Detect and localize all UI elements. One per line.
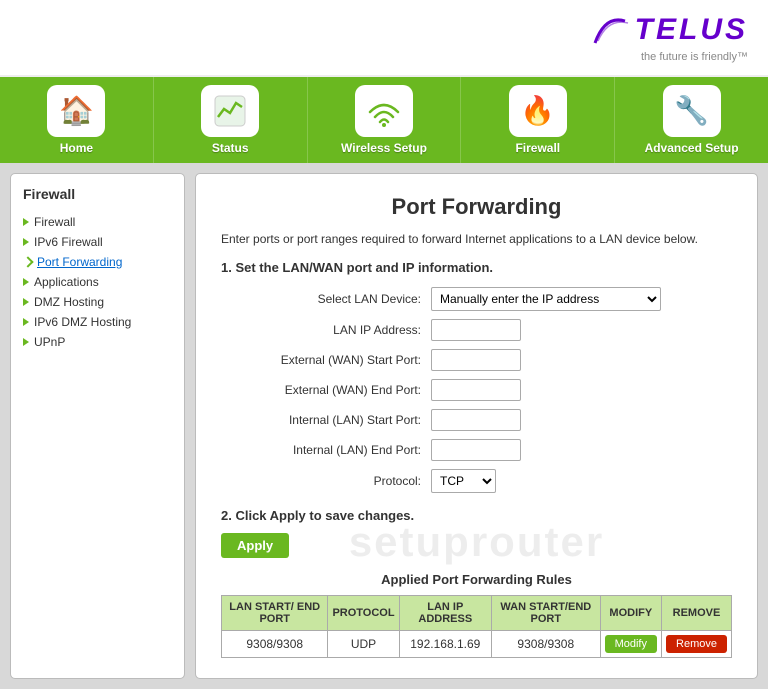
sidebar-menu: Firewall IPv6 Firewall Port Forwarding A… xyxy=(23,212,172,352)
lan-end-input[interactable] xyxy=(431,439,521,461)
firewall-icon-box: 🔥 xyxy=(509,85,567,137)
wan-start-row: External (WAN) Start Port: xyxy=(221,349,732,371)
arrow-icon xyxy=(23,238,29,246)
main-container: Firewall Firewall IPv6 Firewall Port For… xyxy=(0,163,768,689)
firewall-link[interactable]: Firewall xyxy=(34,215,75,229)
nav-item-wireless-setup[interactable]: Wireless Setup xyxy=(308,77,462,163)
brand-tagline: the future is friendly™ xyxy=(641,51,748,63)
lan-ip-label: LAN IP Address: xyxy=(221,323,431,337)
sidebar-item-firewall[interactable]: Firewall xyxy=(23,212,172,232)
home-icon-box: 🏠 xyxy=(47,85,105,137)
sidebar-item-dmz-hosting[interactable]: DMZ Hosting xyxy=(23,292,172,312)
navbar: 🏠 Home Status Wireless Setup 🔥 Firewall … xyxy=(0,77,768,163)
select-lan-device[interactable]: Manually enter the IP address xyxy=(431,287,661,311)
status-icon-box xyxy=(201,85,259,137)
row-protocol: UDP xyxy=(328,630,399,657)
sidebar-item-port-forwarding[interactable]: Port Forwarding xyxy=(23,252,172,272)
arrow-icon xyxy=(23,298,29,306)
upnp-link[interactable]: UPnP xyxy=(34,335,65,349)
select-lan-label: Select LAN Device: xyxy=(221,292,431,306)
logo: TELUS the future is friendly™ xyxy=(590,12,748,63)
protocol-select[interactable]: TCP UDP Both xyxy=(431,469,496,493)
table-title: Applied Port Forwarding Rules xyxy=(221,572,732,587)
remove-button[interactable]: Remove xyxy=(666,635,727,653)
nav-advanced-label: Advanced Setup xyxy=(645,141,739,155)
nav-status-label: Status xyxy=(212,141,249,155)
sidebar: Firewall Firewall IPv6 Firewall Port For… xyxy=(10,173,185,679)
ipv6-firewall-link[interactable]: IPv6 Firewall xyxy=(34,235,103,249)
lan-start-row: Internal (LAN) Start Port: xyxy=(221,409,732,431)
protocol-label: Protocol: xyxy=(221,474,431,488)
row-lan-ip: 192.168.1.69 xyxy=(399,630,491,657)
section1-title: 1. Set the LAN/WAN port and IP informati… xyxy=(221,260,732,275)
modify-button[interactable]: Modify xyxy=(605,635,657,653)
lan-start-label: Internal (LAN) Start Port: xyxy=(221,413,431,427)
lan-ip-row: LAN IP Address: xyxy=(221,319,732,341)
table-row: 9308/9308 UDP 192.168.1.69 9308/9308 Mod… xyxy=(222,630,732,657)
arrow-icon xyxy=(23,338,29,346)
sidebar-item-applications[interactable]: Applications xyxy=(23,272,172,292)
port-forwarding-link[interactable]: Port Forwarding xyxy=(37,255,122,269)
sidebar-item-upnp[interactable]: UPnP xyxy=(23,332,172,352)
arrow-icon xyxy=(23,218,29,226)
lan-end-row: Internal (LAN) End Port: xyxy=(221,439,732,461)
row-wan-port: 9308/9308 xyxy=(492,630,601,657)
apply-button[interactable]: Apply xyxy=(221,533,289,558)
select-lan-row: Select LAN Device: Manually enter the IP… xyxy=(221,287,732,311)
section2-title: 2. Click Apply to save changes. xyxy=(221,508,732,523)
table-section: Applied Port Forwarding Rules LAN START/… xyxy=(221,572,732,658)
col-lan-ip: LAN IP ADDRESS xyxy=(399,595,491,630)
row-remove-cell: Remove xyxy=(662,630,732,657)
sidebar-item-ipv6-firewall[interactable]: IPv6 Firewall xyxy=(23,232,172,252)
lan-end-label: Internal (LAN) End Port: xyxy=(221,443,431,457)
nav-item-advanced-setup[interactable]: 🔧 Advanced Setup xyxy=(615,77,768,163)
dmz-hosting-link[interactable]: DMZ Hosting xyxy=(34,295,104,309)
nav-item-status[interactable]: Status xyxy=(154,77,308,163)
nav-wireless-label: Wireless Setup xyxy=(341,141,427,155)
wan-end-label: External (WAN) End Port: xyxy=(221,383,431,397)
applications-link[interactable]: Applications xyxy=(34,275,99,289)
watermark: setuprouter xyxy=(349,518,604,566)
col-lan-port: LAN START/ END PORT xyxy=(222,595,328,630)
form: Select LAN Device: Manually enter the IP… xyxy=(221,287,732,493)
col-modify: MODIFY xyxy=(600,595,661,630)
nav-item-firewall[interactable]: 🔥 Firewall xyxy=(461,77,615,163)
lan-start-input[interactable] xyxy=(431,409,521,431)
nav-item-home[interactable]: 🏠 Home xyxy=(0,77,154,163)
col-remove: REMOVE xyxy=(662,595,732,630)
advanced-icon-box: 🔧 xyxy=(663,85,721,137)
arrow-down-icon xyxy=(22,256,33,267)
lan-ip-input[interactable] xyxy=(431,319,521,341)
wireless-icon-box xyxy=(355,85,413,137)
col-protocol: PROTOCOL xyxy=(328,595,399,630)
page-description: Enter ports or port ranges required to f… xyxy=(221,232,732,246)
header: TELUS the future is friendly™ xyxy=(0,0,768,77)
row-modify-cell: Modify xyxy=(600,630,661,657)
nav-firewall-label: Firewall xyxy=(515,141,560,155)
protocol-row: Protocol: TCP UDP Both xyxy=(221,469,732,493)
row-lan-port: 9308/9308 xyxy=(222,630,328,657)
col-wan-port: WAN START/END PORT xyxy=(492,595,601,630)
wan-end-row: External (WAN) End Port: xyxy=(221,379,732,401)
section2: setuprouter 2. Click Apply to save chang… xyxy=(221,508,732,558)
sidebar-item-ipv6-dmz-hosting[interactable]: IPv6 DMZ Hosting xyxy=(23,312,172,332)
sidebar-title: Firewall xyxy=(23,186,172,202)
arrow-icon xyxy=(23,278,29,286)
arrow-icon xyxy=(23,318,29,326)
wan-end-input[interactable] xyxy=(431,379,521,401)
page-title: Port Forwarding xyxy=(221,194,732,220)
telus-swoosh-icon xyxy=(590,12,630,49)
wan-start-label: External (WAN) Start Port: xyxy=(221,353,431,367)
ipv6-dmz-hosting-link[interactable]: IPv6 DMZ Hosting xyxy=(34,315,131,329)
content-area: Port Forwarding Enter ports or port rang… xyxy=(195,173,758,679)
wan-start-input[interactable] xyxy=(431,349,521,371)
nav-home-label: Home xyxy=(60,141,93,155)
brand-name: TELUS xyxy=(635,13,748,47)
rules-table: LAN START/ END PORT PROTOCOL LAN IP ADDR… xyxy=(221,595,732,658)
